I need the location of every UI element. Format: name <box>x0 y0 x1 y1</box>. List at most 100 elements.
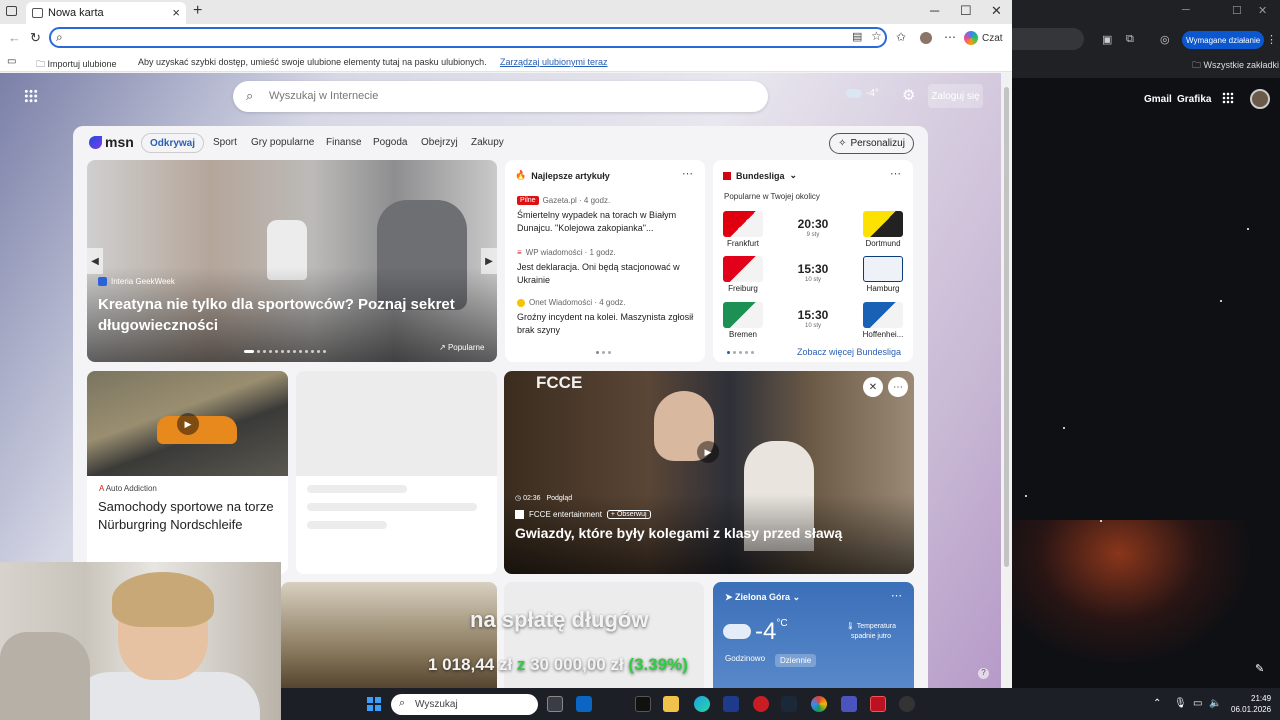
article-item[interactable]: ≡ WP wiadomości · 1 godz. Jest deklaracja… <box>517 248 697 287</box>
network-icon[interactable]: ▭ <box>1193 698 1202 709</box>
account-avatar[interactable] <box>1250 89 1270 109</box>
more-options-icon[interactable]: ⋯ <box>888 377 908 397</box>
article-item[interactable]: Pilne Gazeta.pl · 4 godz. Śmiertelny wypa… <box>517 196 697 235</box>
steam-icon[interactable] <box>781 696 797 712</box>
chrome-icon[interactable] <box>811 696 827 712</box>
tray-expand-icon[interactable]: ⌃ <box>1153 698 1161 709</box>
microphone-icon[interactable]: 🎙 <box>1174 698 1187 709</box>
app-icon[interactable] <box>899 696 915 712</box>
match-row[interactable]: Frankfurt 20:30 9 sty Dortmund <box>723 211 903 248</box>
manage-favorites-link[interactable]: Zarządzaj ulubionymi teraz <box>500 57 608 67</box>
app-icon[interactable] <box>723 696 739 712</box>
tab-obejrzyj[interactable]: Obejrzyj <box>421 137 458 148</box>
settings-gear-icon[interactable]: ⚙ <box>902 86 915 104</box>
taskbar-search[interactable]: ⌕ Wyszukaj <box>391 694 538 715</box>
tab-new[interactable]: Nowa karta × <box>26 2 186 24</box>
tab-hourly[interactable]: Godzinowo <box>725 654 765 667</box>
apps-launcher-icon[interactable] <box>24 89 38 103</box>
more-options-icon[interactable]: ⋯ <box>682 167 693 180</box>
sync-icon[interactable]: ◎ <box>1160 33 1170 46</box>
msn-logo[interactable]: msn <box>89 134 134 150</box>
teams-icon[interactable] <box>841 696 857 712</box>
close-window-icon[interactable]: ✕ <box>1258 4 1267 17</box>
address-input[interactable] <box>73 30 773 45</box>
card-pager-dots[interactable] <box>596 351 611 354</box>
carousel-dots[interactable] <box>244 350 326 353</box>
web-search-box[interactable]: ⌕ Wyszukaj w Internecie <box>233 81 768 112</box>
gmail-link[interactable]: Gmail <box>1144 94 1172 105</box>
celebrity-video-card[interactable]: FCCE ▶ ✕ ⋯ ◷ 02:36 Podgląd FCCE entertai… <box>504 371 914 574</box>
tab-daily[interactable]: Dziennie <box>775 654 817 667</box>
page-scrollbar[interactable] <box>1001 73 1012 688</box>
carousel-next-icon[interactable]: ▶ <box>481 248 497 274</box>
play-icon[interactable]: ▶ <box>177 413 199 435</box>
maximize-icon[interactable]: ☐ <box>1232 4 1242 17</box>
follow-button[interactable]: + Obserwuj <box>606 510 651 519</box>
carousel-prev-icon[interactable]: ◀ <box>87 248 103 274</box>
car-video-card[interactable]: ▶ A Auto Addiction Samochody sportowe na… <box>87 371 288 574</box>
task-view-icon[interactable] <box>547 696 563 712</box>
weather-widget[interactable]: -4° <box>846 88 879 99</box>
extension-icon[interactable]: ▣ <box>1102 33 1112 46</box>
chrome-omnibox[interactable] <box>1012 28 1084 50</box>
tab-zakupy[interactable]: Zakupy <box>471 137 504 148</box>
pen-icon[interactable]: ✎ <box>1255 662 1264 675</box>
minimize-icon[interactable]: ─ <box>1182 4 1190 16</box>
match-row[interactable]: Bremen 15:30 10 sty Hoffenhei... <box>723 302 903 339</box>
more-icon[interactable]: ⋮ <box>1266 33 1277 46</box>
card-pager-dots[interactable] <box>727 351 754 354</box>
dismiss-icon[interactable]: ✕ <box>863 377 883 397</box>
app-icon[interactable] <box>870 696 886 712</box>
tiktok-icon[interactable] <box>635 696 651 712</box>
back-icon[interactable]: ← <box>8 30 21 45</box>
see-all-bundesliga-link[interactable]: Zobacz więcej Bundesliga <box>797 347 901 357</box>
tab-sport[interactable]: Sport <box>213 137 237 148</box>
hero-title[interactable]: Kreatyna nie tylko dla sportowców? Pozna… <box>98 294 478 336</box>
maximize-icon[interactable]: ☐ <box>960 3 972 19</box>
required-action-button[interactable]: Wymagane działanie <box>1182 31 1265 49</box>
login-button[interactable]: Zaloguj się <box>928 84 983 108</box>
tab-gry-popularne[interactable]: Gry popularne <box>251 137 314 148</box>
edge-icon[interactable] <box>694 696 710 712</box>
minimize-icon[interactable]: ─ <box>930 3 939 18</box>
import-favorites[interactable]: 🗀 Importuj ulubione <box>36 57 117 73</box>
tab-odkrywaj[interactable]: Odkrywaj <box>141 133 205 153</box>
windows-start-icon[interactable] <box>367 697 381 711</box>
all-bookmarks[interactable]: 🗀 Wszystkie zakładki <box>1192 58 1279 74</box>
tab-actions-icon[interactable] <box>6 6 17 16</box>
outlook-icon[interactable] <box>576 696 592 712</box>
play-icon[interactable]: ▶ <box>697 441 719 463</box>
close-window-icon[interactable]: ✕ <box>991 3 1002 19</box>
refresh-icon[interactable]: ↻ <box>30 30 41 46</box>
reader-mode-icon[interactable]: ▤ <box>852 30 862 43</box>
scrollbar-thumb[interactable] <box>1004 87 1009 567</box>
weather-city[interactable]: ➤ Zielona Góra ⌄ <box>725 592 800 603</box>
favorites-icon[interactable]: ✩ <box>896 30 906 44</box>
favorite-star-icon[interactable]: ☆ <box>871 29 882 43</box>
personalize-button[interactable]: ✧ Personalizuj <box>829 133 914 154</box>
tab-finanse[interactable]: Finanse <box>326 137 362 148</box>
opera-icon[interactable] <box>753 696 769 712</box>
address-bar[interactable]: ⌕ ▤ ☆ <box>49 27 887 48</box>
article-item[interactable]: Onet Wiadomości · 4 godz. Groźny incyden… <box>517 298 697 337</box>
tab-pogoda[interactable]: Pogoda <box>373 137 407 148</box>
puzzle-icon[interactable]: ⧉ <box>1126 33 1134 46</box>
bundesliga-header[interactable]: Bundesliga ⌄ <box>723 170 797 181</box>
tab-close-icon[interactable]: × <box>172 5 180 20</box>
system-clock[interactable]: 21:49 06.01.2026 <box>1231 693 1271 715</box>
images-link[interactable]: Grafika <box>1177 94 1211 105</box>
more-options-icon[interactable]: ⋯ <box>891 589 902 602</box>
sidebar-toggle-icon[interactable]: ▭ <box>7 56 16 67</box>
hero-carousel[interactable]: Interia GeekWeek Kreatyna nie tylko dla … <box>87 160 497 362</box>
file-explorer-icon[interactable] <box>663 696 679 712</box>
help-icon[interactable]: ? <box>978 668 989 679</box>
volume-icon[interactable]: 🔈 <box>1209 698 1221 709</box>
copilot-chat-button[interactable]: Czat <box>964 28 1003 48</box>
more-options-icon[interactable]: ⋯ <box>890 167 901 180</box>
new-tab-button[interactable]: + <box>193 2 202 20</box>
google-apps-icon[interactable] <box>1222 92 1234 104</box>
more-icon[interactable]: ⋯ <box>944 30 956 44</box>
profile-avatar[interactable] <box>920 32 932 44</box>
match-row[interactable]: Freiburg 15:30 10 sty Hamburg <box>723 256 903 293</box>
weather-card[interactable]: ➤ Zielona Góra ⌄ ⋯ -4°C 🌡 Temperatura sp… <box>713 582 914 688</box>
